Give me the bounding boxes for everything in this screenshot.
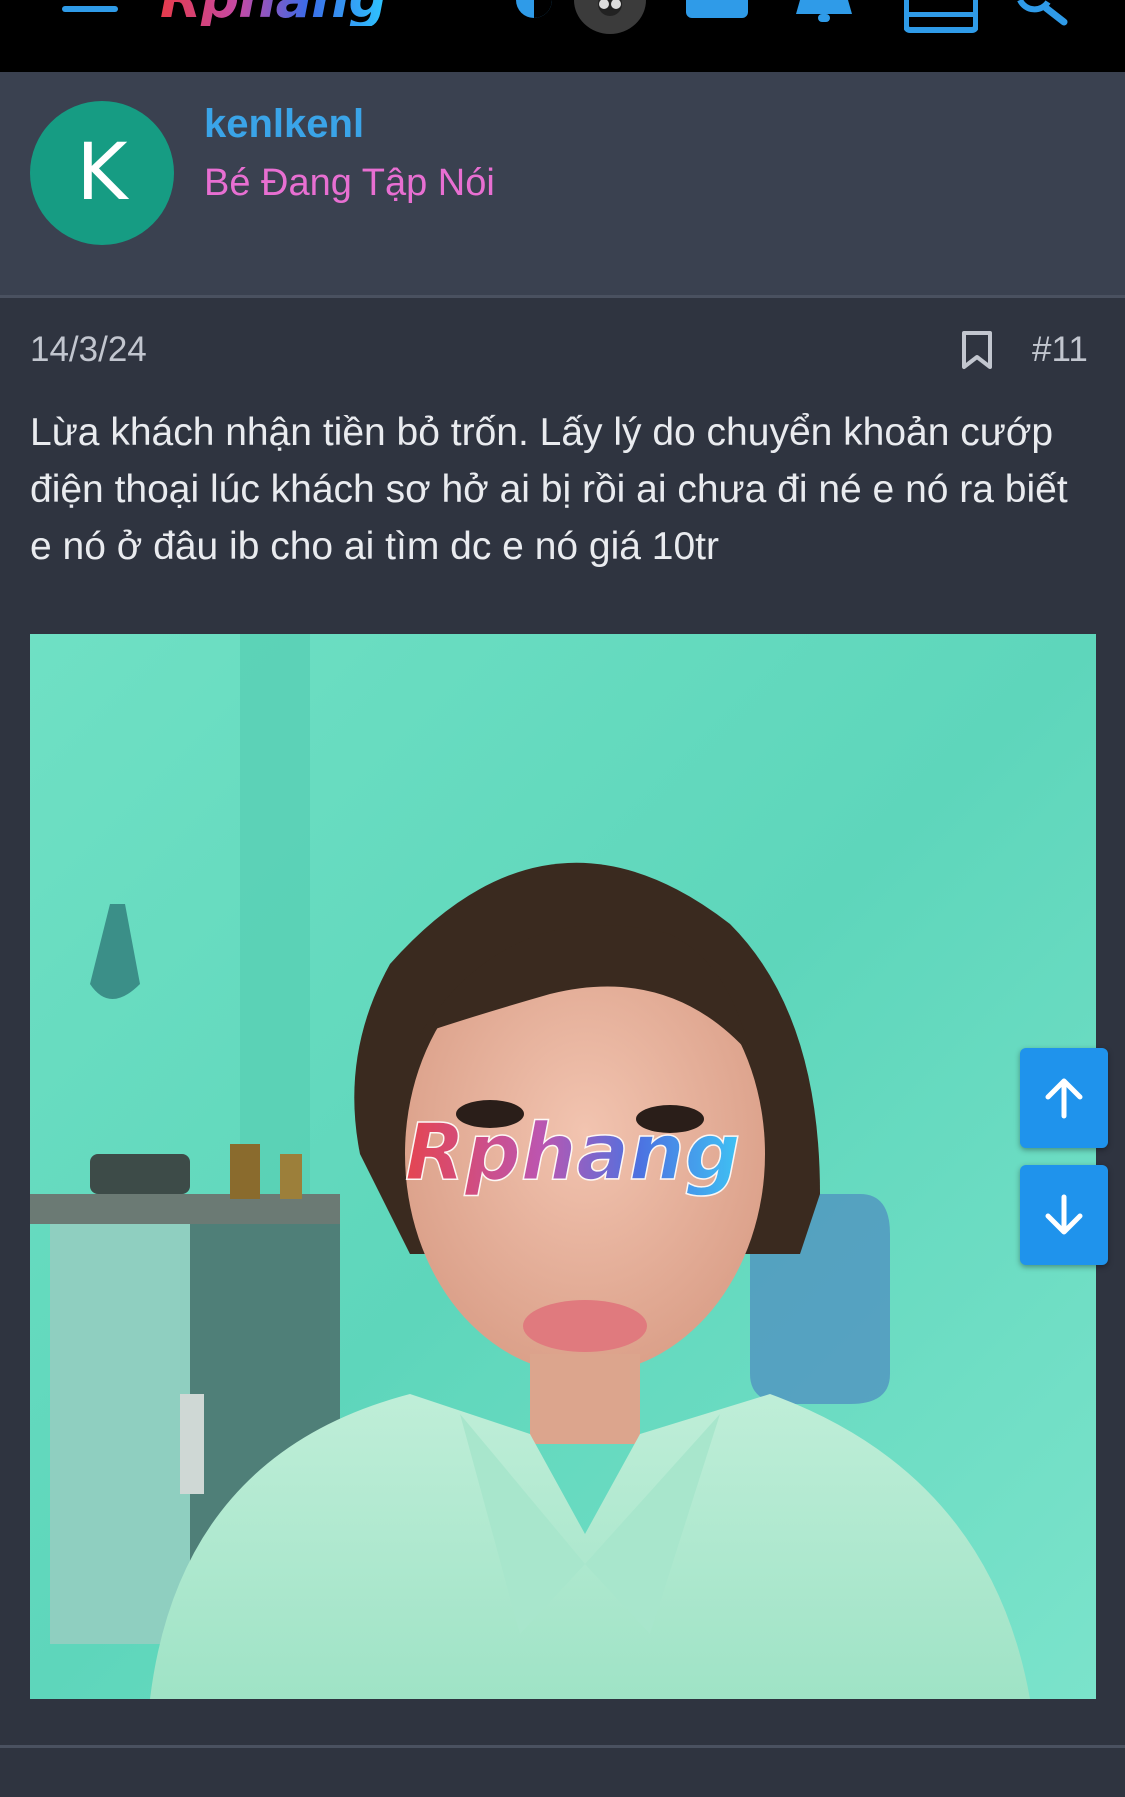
search-icon[interactable] xyxy=(1014,0,1070,26)
post-author-block: K kenlkenl Bé Đang Tập Nói xyxy=(0,72,1125,298)
username-link[interactable]: kenlkenl xyxy=(204,102,364,147)
menu-icon[interactable] xyxy=(62,0,118,20)
avatar[interactable]: K xyxy=(30,101,174,245)
theme-toggle-icon[interactable] xyxy=(512,0,556,20)
page: Rphang K kenlkenl Bé xyxy=(0,0,1125,1797)
post-meta-row: 14/3/24 #11 xyxy=(0,298,1125,408)
top-navigation-bar: Rphang xyxy=(0,0,1125,72)
photo-illustration: Rphang xyxy=(30,634,1096,1699)
user-title: Bé Đang Tập Nói xyxy=(204,162,495,204)
list-icon[interactable] xyxy=(904,0,978,34)
arrow-up-icon xyxy=(1045,1078,1083,1119)
scroll-to-bottom-button[interactable] xyxy=(1020,1165,1108,1265)
arrow-down-icon xyxy=(1045,1194,1083,1235)
messages-icon[interactable] xyxy=(686,0,748,20)
bookmark-icon[interactable] xyxy=(960,330,994,370)
bell-icon[interactable] xyxy=(796,0,852,28)
post-date[interactable]: 14/3/24 xyxy=(30,330,147,370)
post-body-text: Lừa khách nhận tiền bỏ trốn. Lấy lý do c… xyxy=(30,411,1068,568)
post-number-link[interactable]: #11 xyxy=(1032,330,1088,370)
scroll-to-top-button[interactable] xyxy=(1020,1048,1108,1148)
user-avatar-icon[interactable] xyxy=(574,0,646,34)
image-watermark: Rphang xyxy=(405,1108,740,1198)
post-image[interactable]: Rphang xyxy=(30,634,1096,1699)
post-divider xyxy=(0,1745,1125,1748)
site-logo[interactable]: Rphang xyxy=(160,0,387,26)
